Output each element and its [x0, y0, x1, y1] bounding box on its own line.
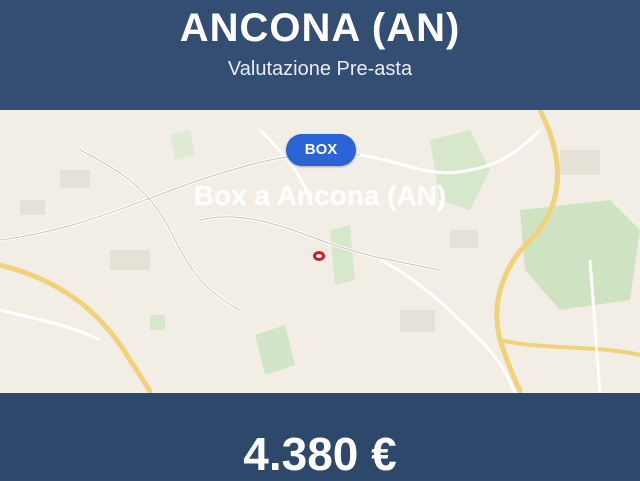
price-value: 4.380 € [243, 428, 397, 480]
price-banner: 4.380 € [0, 393, 640, 480]
page-subtitle: Valutazione Pre-asta [227, 58, 413, 80]
category-badge[interactable]: BOX [286, 134, 356, 166]
header-banner: ANCONA (AN) Valutazione Pre-asta [0, 0, 640, 110]
map-caption: Box a Ancona (AN) [193, 180, 447, 211]
location-marker-icon[interactable] [313, 251, 325, 261]
page-title: ANCONA (AN) [179, 6, 461, 50]
